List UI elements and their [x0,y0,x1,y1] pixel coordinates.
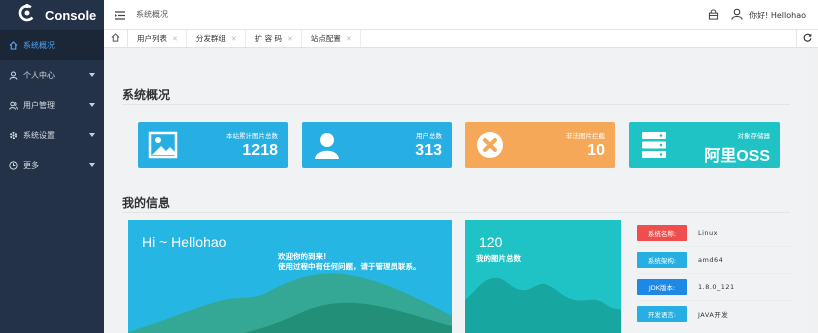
info-key: 系统架构: [637,252,687,268]
welcome-line: 欢迎你的到来! [278,252,327,261]
scrollbar[interactable] [808,48,818,333]
info-value: Linux [698,229,719,237]
divider [637,246,792,247]
greeting-text: 你好! Hellohao [749,10,806,20]
tab-label: 扩 容 码 [254,34,283,43]
info-key: 开发语言: [637,306,687,322]
tab-groups[interactable]: 分发群组 ✕ [187,30,246,47]
sidebar-item-label: 系统设置 [23,130,55,140]
close-icon[interactable]: ✕ [231,35,237,43]
close-icon[interactable]: ✕ [287,35,293,43]
sidebar-item-label: 个人中心 [23,70,55,80]
avatar-icon [731,8,743,22]
console-app: Console 系统概况 个人中心 用户管理 系统设置 更多 系统概况 你好! … [0,0,818,333]
my-info-title: 我的信息 [122,196,171,210]
users-icon [8,100,18,110]
stat-card-total-users[interactable]: 用户总数 313 [302,122,452,168]
tab-label: 分发群组 [195,34,226,43]
app-name: Console [45,7,97,23]
info-row-language: 开发语言: JAVA开发 [637,305,728,323]
sidebar-item-more[interactable]: 更多 [0,150,104,180]
hello-title: Hi ~ Hellohao [142,234,227,250]
server-icon [639,130,669,160]
info-value: amd64 [698,256,724,264]
tab-expansion-code[interactable]: 扩 容 码 ✕ [246,30,302,47]
notification-button[interactable] [708,8,719,22]
image-icon [148,130,178,160]
tab-site-config[interactable]: 站点配置 ✕ [302,30,361,47]
breadcrumb: 系统概况 [136,10,168,19]
block-icon [475,130,505,160]
close-icon[interactable]: ✕ [346,35,352,43]
info-value: JAVA开发 [698,311,729,319]
stat-label: 本站累计图片总数 [226,132,278,140]
home-icon [8,40,18,50]
console-logo-icon [17,3,37,27]
user-icon [8,70,18,80]
image-count: 120 [479,234,503,250]
divider [637,300,792,301]
refresh-button[interactable] [796,30,818,47]
logo[interactable]: Console [0,0,104,30]
stat-value: 阿里OSS [704,148,770,165]
sidebar-item-users[interactable]: 用户管理 [0,90,104,120]
home-icon [111,33,120,44]
sidebar: Console 系统概况 个人中心 用户管理 系统设置 更多 [0,0,104,333]
chevron-down-icon [89,133,95,137]
info-key: JDK版本: [637,279,687,295]
stat-value: 313 [415,142,442,159]
bag-icon [709,8,719,20]
tab-label: 用户列表 [137,34,167,43]
main-content: 系统概况 本站累计图片总数 1218 用户总数 313 非法图片拦截 10 对象… [104,48,818,333]
user-icon [312,130,342,160]
stat-label: 用户总数 [416,132,442,140]
divider [122,104,790,105]
sidebar-item-label: 更多 [23,160,39,170]
refresh-icon [803,33,812,44]
close-icon[interactable]: ✕ [172,35,178,43]
gear-icon [8,130,18,140]
welcome-message: 欢迎你的到来! 使用过程中有任何问题，请于管理员联系。 [278,252,421,272]
overview-title: 系统概况 [122,88,171,102]
chevron-down-icon [89,103,95,107]
user-menu[interactable]: 你好! Hellohao [731,8,806,22]
stat-value: 10 [587,142,605,159]
info-row-arch: 系统架构: amd64 [637,251,723,269]
info-value: 1.8.0_121 [698,283,735,291]
tabs-bar: 用户列表 ✕ 分发群组 ✕ 扩 容 码 ✕ 站点配置 ✕ [104,30,818,48]
divider [122,212,790,213]
clock-icon [8,160,18,170]
sidebar-item-label: 系统概况 [23,40,55,50]
stat-card-total-images[interactable]: 本站累计图片总数 1218 [138,122,288,168]
stat-label: 非法图片拦截 [566,132,605,140]
stat-card-storage[interactable]: 对象存储器 阿里OSS [629,122,780,168]
tab-label: 站点配置 [310,34,341,43]
sidebar-item-settings[interactable]: 系统设置 [0,120,104,150]
image-count-label: 我的图片总数 [476,254,521,263]
info-row-os: 系统名称: Linux [637,224,718,242]
divider [637,273,792,274]
chevron-down-icon [89,163,95,167]
stat-value: 1218 [242,142,278,159]
chevron-down-icon [89,73,95,77]
welcome-line: 使用过程中有任何问题，请于管理员联系。 [278,262,421,271]
menu-toggle-button[interactable] [104,0,136,30]
tab-home[interactable] [104,30,128,47]
menu-icon [115,5,125,24]
header-actions: 你好! Hellohao [708,0,806,30]
sidebar-item-personal[interactable]: 个人中心 [0,60,104,90]
stat-label: 对象存储器 [737,132,771,140]
sidebar-item-label: 用户管理 [23,100,55,110]
info-row-jdk: JDK版本: 1.8.0_121 [637,278,735,296]
sidebar-item-overview[interactable]: 系统概况 [0,30,104,60]
welcome-card: Hi ~ Hellohao 欢迎你的到来! 使用过程中有任何问题，请于管理员联系… [128,220,452,333]
info-key: 系统名称: [637,225,687,241]
stat-card-blocked-images[interactable]: 非法图片拦截 10 [465,122,615,168]
my-images-card: 120 我的图片总数 [465,220,621,333]
top-bar: 系统概况 你好! Hellohao [104,0,818,30]
tab-user-list[interactable]: 用户列表 ✕ [128,30,187,47]
